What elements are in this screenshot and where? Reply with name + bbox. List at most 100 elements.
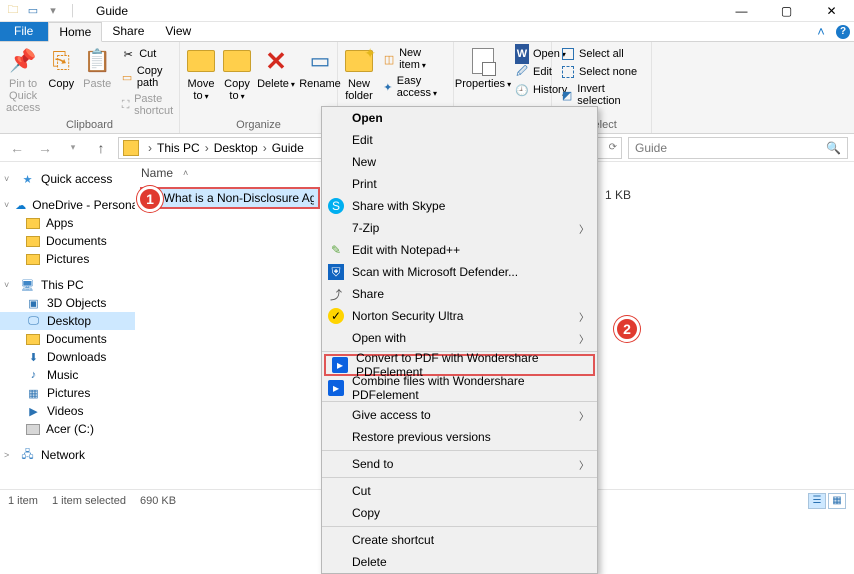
tab-file[interactable]: File	[0, 22, 48, 41]
properties-button[interactable]: Properties	[460, 46, 506, 90]
file-size: 1 KB	[605, 188, 631, 202]
copy-to-button[interactable]: Copy to	[222, 46, 252, 102]
rename-button[interactable]: ▭Rename	[300, 46, 340, 90]
ctx-pdf-convert[interactable]: ▸Convert to PDF with Wondershare PDFelem…	[324, 354, 595, 376]
delete-button[interactable]: ✕Delete	[258, 46, 294, 90]
view-details-button[interactable]: ☰	[808, 493, 826, 509]
skype-icon: S	[328, 198, 344, 214]
view-large-icons-button[interactable]: ▦	[828, 493, 846, 509]
search-box[interactable]: Guide 🔍	[628, 137, 848, 159]
ctx-restore[interactable]: Restore previous versions	[322, 426, 597, 448]
up-button[interactable]: ↑	[90, 137, 112, 159]
close-button[interactable]: ✕	[809, 0, 854, 22]
back-button[interactable]: ←	[6, 137, 28, 159]
drive-icon	[26, 424, 40, 435]
cut-button[interactable]: ✂Cut	[118, 46, 181, 62]
sidebar-music[interactable]: ♪Music	[0, 366, 135, 384]
sidebar-3dobjects[interactable]: ▣3D Objects	[0, 294, 135, 312]
invert-selection-button[interactable]: ◩Invert selection	[558, 82, 645, 108]
ctx-shortcut[interactable]: Create shortcut	[322, 529, 597, 551]
sidebar-pictures-od[interactable]: Pictures	[0, 250, 135, 268]
sidebar-apps[interactable]: Apps	[0, 214, 135, 232]
file-row[interactable]: What is a Non-Disclosure Agreeme	[141, 188, 319, 208]
ctx-delete[interactable]: Delete	[322, 551, 597, 573]
refresh-icon[interactable]: ⟳	[609, 142, 617, 153]
sidebar-onedrive[interactable]: ˅☁OneDrive - Personal	[0, 196, 135, 214]
ctx-7zip[interactable]: 7-Zip〉	[322, 217, 597, 239]
ctx-norton[interactable]: ✓Norton Security Ultra〉	[322, 305, 597, 327]
ctx-open[interactable]: Open	[322, 107, 597, 129]
ctx-edit[interactable]: Edit	[322, 129, 597, 151]
help-icon: ?	[836, 25, 850, 39]
copy-path-button[interactable]: ▭Copy path	[118, 64, 181, 90]
sidebar-videos[interactable]: ▶Videos	[0, 402, 135, 420]
new-folder-button[interactable]: ✦New folder	[344, 46, 374, 102]
tab-home[interactable]: Home	[48, 22, 102, 42]
select-all-button[interactable]: Select all	[558, 46, 645, 62]
share-icon: ⤴	[328, 286, 344, 302]
recent-dropdown[interactable]: ▾	[62, 137, 84, 159]
sidebar-documents-od[interactable]: Documents	[0, 232, 135, 250]
ctx-copy[interactable]: Copy	[322, 502, 597, 524]
sidebar-desktop[interactable]: 🖵Desktop	[0, 312, 135, 330]
divider: │	[64, 2, 82, 20]
search-placeholder: Guide	[635, 141, 667, 155]
title-bar: 🗀 ▭ ▾ │ Guide — ▢ ✕	[0, 0, 854, 22]
tab-share[interactable]: Share	[102, 22, 155, 41]
quick-access-toolbar: 🗀 ▭ ▾ │	[0, 2, 86, 20]
copy-icon: ⎘	[46, 46, 76, 76]
ribbon-tabs: File Home Share View ˄ ?	[0, 22, 854, 42]
ctx-skype[interactable]: SShare with Skype	[322, 195, 597, 217]
sidebar-network[interactable]: ˃🖧Network	[0, 446, 135, 464]
move-to-button[interactable]: Move to	[186, 46, 216, 102]
sidebar-documents[interactable]: Documents	[0, 330, 135, 348]
crumb-guide[interactable]: Guide	[272, 141, 304, 155]
folder-icon: 🗀	[4, 2, 22, 20]
chevron-right-icon: 〉	[579, 309, 589, 324]
forward-button[interactable]: →	[34, 137, 56, 159]
ctx-defender[interactable]: ⛨Scan with Microsoft Defender...	[322, 261, 597, 283]
sidebar-downloads[interactable]: ⬇Downloads	[0, 348, 135, 366]
help-button[interactable]: ?	[832, 22, 854, 41]
paste-shortcut-button[interactable]: ⛶Paste shortcut	[118, 92, 181, 118]
sidebar-thispc[interactable]: ˅🖥This PC	[0, 276, 135, 294]
ctx-notepadpp[interactable]: ✎Edit with Notepad++	[322, 239, 597, 261]
folder-icon	[123, 140, 139, 156]
group-label-clipboard: Clipboard	[6, 119, 173, 133]
annotation-badge-1: 1	[137, 186, 163, 212]
copy-path-icon: ▭	[121, 70, 133, 84]
ctx-cut[interactable]: Cut	[322, 480, 597, 502]
col-name[interactable]: Name˄	[141, 166, 326, 180]
select-none-button[interactable]: Select none	[558, 64, 645, 80]
tab-view[interactable]: View	[155, 22, 202, 41]
maximize-button[interactable]: ▢	[764, 0, 809, 22]
history-icon: 🕘	[515, 83, 529, 97]
pin-quick-access-button[interactable]: 📌 Pin to Quick access	[6, 46, 40, 114]
status-count: 1 item	[8, 495, 38, 507]
ribbon-collapse-icon[interactable]: ˄	[810, 22, 832, 41]
ctx-sendto[interactable]: Send to〉	[322, 453, 597, 475]
sidebar-acer-c[interactable]: Acer (C:)	[0, 420, 135, 438]
ctx-new[interactable]: New	[322, 151, 597, 173]
minimize-button[interactable]: —	[719, 0, 764, 22]
delete-icon: ✕	[265, 46, 287, 77]
ctx-give-access[interactable]: Give access to〉	[322, 404, 597, 426]
search-icon: 🔍	[826, 141, 841, 155]
star-icon: ★	[20, 172, 35, 186]
sidebar-pictures[interactable]: ▦Pictures	[0, 384, 135, 402]
ctx-pdf-combine[interactable]: ▸Combine files with Wondershare PDFeleme…	[322, 377, 597, 399]
norton-icon: ✓	[328, 308, 344, 324]
sidebar-quick-access[interactable]: ˅★Quick access	[0, 170, 135, 188]
ctx-print[interactable]: Print	[322, 173, 597, 195]
crumb-thispc[interactable]: This PC	[157, 141, 200, 155]
new-item-button[interactable]: ◫New item	[380, 46, 447, 72]
easy-access-button[interactable]: ✦Easy access	[380, 74, 447, 100]
crumb-desktop[interactable]: Desktop	[214, 141, 258, 155]
ctx-share[interactable]: ⤴Share	[322, 283, 597, 305]
sort-arrow-icon: ˄	[183, 168, 188, 178]
qat-save-icon[interactable]: ▭	[24, 2, 42, 20]
copy-button[interactable]: ⎘ Copy	[46, 46, 76, 90]
paste-button[interactable]: 📋 Paste	[82, 46, 112, 90]
ctx-openwith[interactable]: Open with〉	[322, 327, 597, 349]
qat-dropdown-icon[interactable]: ▾	[44, 2, 62, 20]
